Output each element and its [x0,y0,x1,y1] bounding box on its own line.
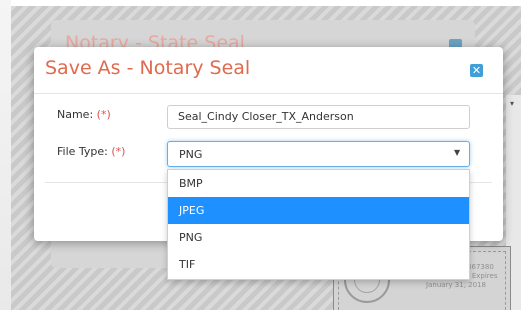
close-icon: ✕ [471,64,482,77]
dialog-header: Save As - Notary Seal ✕ [34,47,503,94]
name-required-marker: (*) [96,108,111,121]
close-button[interactable]: ✕ [470,64,483,77]
background-arrow-icon: ▾ [510,99,515,108]
file-type-label: File Type: (*) [57,145,125,158]
name-label: Name: (*) [57,108,111,121]
dropdown-option-jpeg[interactable]: JPEG [168,197,469,224]
dropdown-option-tif[interactable]: TIF [168,251,469,278]
chevron-down-icon: ▼ [454,148,461,157]
file-type-label-text: File Type: [57,145,108,158]
file-type-dropdown-list: BMP JPEG PNG TIF [167,169,470,280]
file-type-selected-value: PNG [179,148,203,161]
dropdown-option-png[interactable]: PNG [168,224,469,251]
name-input[interactable]: Seal_Cindy Closer_TX_Anderson [167,105,470,129]
file-type-required-marker: (*) [111,145,126,158]
stamp-line: January 31, 2018 [426,281,486,289]
dropdown-option-bmp[interactable]: BMP [168,170,469,197]
dialog-title: Save As - Notary Seal [45,57,251,79]
page-background-edge [0,0,11,310]
name-label-text: Name: [57,108,94,121]
file-type-select[interactable]: PNG ▼ [167,141,470,167]
